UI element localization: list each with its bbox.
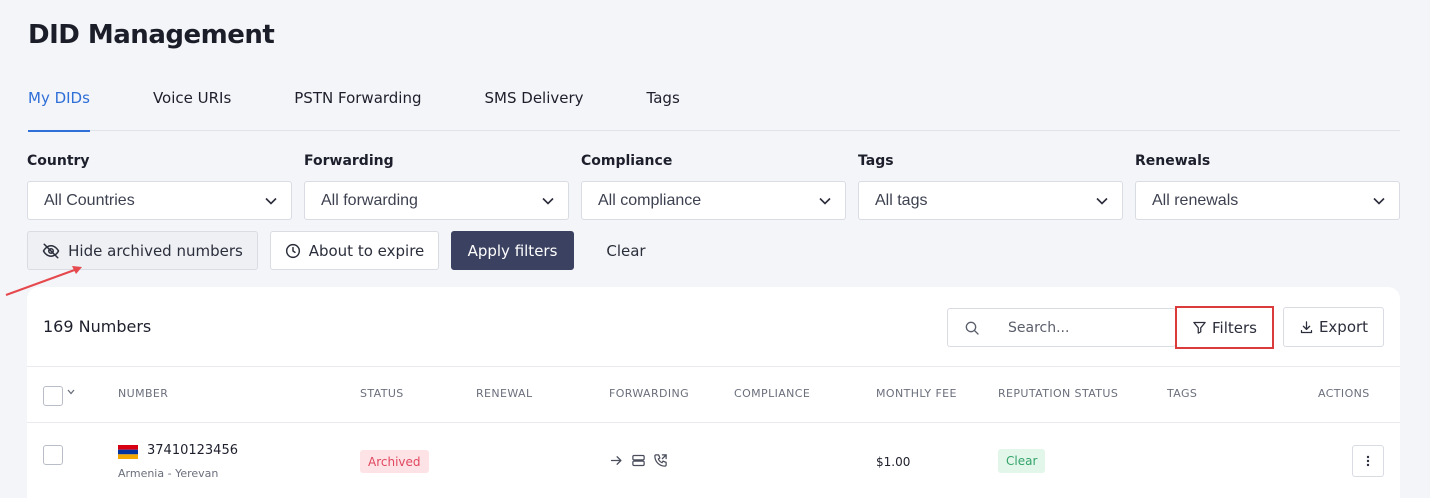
renewals-select[interactable]: All renewals bbox=[1135, 181, 1400, 220]
armenia-flag-icon bbox=[118, 445, 138, 459]
country-select[interactable]: All Countries bbox=[27, 181, 292, 220]
reputation-badge: Clear bbox=[998, 449, 1046, 473]
search-icon bbox=[965, 321, 979, 335]
renewals-select-value: All renewals bbox=[1152, 191, 1239, 209]
tags-filter-label: Tags bbox=[858, 153, 894, 169]
hide-archived-label: Hide archived numbers bbox=[68, 241, 243, 260]
tab-pstn-forwarding[interactable]: PSTN Forwarding bbox=[294, 76, 421, 131]
tags-filter: Tags All tags bbox=[858, 153, 1123, 220]
column-header-actions: ACTIONS bbox=[1318, 387, 1370, 400]
monthly-fee: $1.00 bbox=[876, 455, 911, 469]
tab-my-dids[interactable]: My DIDs bbox=[28, 76, 90, 132]
compliance-filter-label: Compliance bbox=[581, 153, 673, 169]
country-select-value: All Countries bbox=[44, 191, 135, 209]
export-button-label: Export bbox=[1318, 318, 1369, 336]
server-icon bbox=[632, 454, 645, 467]
chevron-down-icon bbox=[819, 197, 831, 205]
table-row[interactable]: 37410123456 Armenia - Yerevan Archived $… bbox=[27, 423, 1400, 498]
renewals-filter-label: Renewals bbox=[1135, 153, 1211, 169]
clear-filters-button[interactable]: Clear bbox=[592, 231, 660, 270]
forwarding-icons bbox=[609, 453, 668, 468]
forwarding-filter-label: Forwarding bbox=[304, 153, 394, 169]
tab-voice-uris[interactable]: Voice URIs bbox=[153, 76, 231, 131]
renewals-filter: Renewals All renewals bbox=[1135, 153, 1400, 220]
apply-filters-button[interactable]: Apply filters bbox=[451, 231, 574, 270]
numbers-count: 169 Numbers bbox=[43, 317, 152, 336]
tags-select-value: All tags bbox=[875, 191, 928, 209]
chevron-down-icon bbox=[1373, 197, 1385, 205]
more-vertical-icon bbox=[1366, 455, 1370, 467]
row-checkbox[interactable] bbox=[43, 445, 63, 465]
row-actions-button[interactable] bbox=[1352, 445, 1384, 477]
phone-forward-icon bbox=[654, 454, 667, 467]
funnel-icon bbox=[1193, 321, 1206, 334]
column-header-monthly-fee[interactable]: MONTHLY FEE bbox=[876, 387, 957, 400]
chevron-down-icon bbox=[1096, 197, 1108, 205]
chevron-down-icon bbox=[542, 197, 554, 205]
clock-icon bbox=[285, 243, 300, 258]
column-header-number[interactable]: NUMBER bbox=[118, 387, 168, 400]
column-header-forwarding[interactable]: FORWARDING bbox=[609, 387, 689, 400]
column-header-reputation-status[interactable]: REPUTATION STATUS bbox=[998, 387, 1118, 400]
forwarding-select-value: All forwarding bbox=[321, 191, 418, 209]
export-button[interactable]: Export bbox=[1283, 307, 1384, 347]
status-badge: Archived bbox=[360, 450, 429, 473]
page-title: DID Management bbox=[28, 20, 275, 50]
tab-sms-delivery[interactable]: SMS Delivery bbox=[485, 76, 584, 131]
search-input[interactable] bbox=[1008, 319, 1168, 336]
forwarding-select[interactable]: All forwarding bbox=[304, 181, 569, 220]
compliance-filter: Compliance All compliance bbox=[581, 153, 846, 220]
about-to-expire-label: About to expire bbox=[308, 241, 425, 260]
eye-off-icon bbox=[42, 243, 60, 258]
numbers-table-card: 169 Numbers Filters Export NUMBER STATUS… bbox=[27, 287, 1400, 498]
filters-button-label: Filters bbox=[1212, 318, 1257, 337]
did-number[interactable]: 37410123456 bbox=[147, 443, 238, 458]
chevron-down-icon bbox=[265, 197, 277, 205]
column-header-status[interactable]: STATUS bbox=[360, 387, 404, 400]
column-header-renewal[interactable]: RENEWAL bbox=[476, 387, 533, 400]
column-header-compliance[interactable]: COMPLIANCE bbox=[734, 387, 810, 400]
search-box[interactable] bbox=[947, 308, 1176, 347]
select-all-checkbox[interactable] bbox=[43, 386, 63, 406]
arrow-right-icon bbox=[610, 456, 622, 465]
compliance-select[interactable]: All compliance bbox=[581, 181, 846, 220]
about-to-expire-button[interactable]: About to expire bbox=[270, 231, 439, 270]
country-filter: Country All Countries bbox=[27, 153, 292, 220]
tags-select[interactable]: All tags bbox=[858, 181, 1123, 220]
tab-bar: My DIDs Voice URIs PSTN Forwarding SMS D… bbox=[28, 76, 1400, 132]
chevron-down-icon[interactable] bbox=[67, 389, 75, 395]
compliance-select-value: All compliance bbox=[598, 191, 702, 209]
forwarding-filter: Forwarding All forwarding bbox=[304, 153, 569, 220]
country-filter-label: Country bbox=[27, 153, 90, 169]
filters-button[interactable]: Filters bbox=[1175, 306, 1274, 349]
table-header: NUMBER STATUS RENEWAL FORWARDING COMPLIA… bbox=[27, 366, 1400, 423]
column-header-tags[interactable]: TAGS bbox=[1167, 387, 1197, 400]
tab-tags[interactable]: Tags bbox=[647, 76, 680, 131]
did-location: Armenia - Yerevan bbox=[118, 467, 219, 480]
download-icon bbox=[1300, 320, 1313, 333]
